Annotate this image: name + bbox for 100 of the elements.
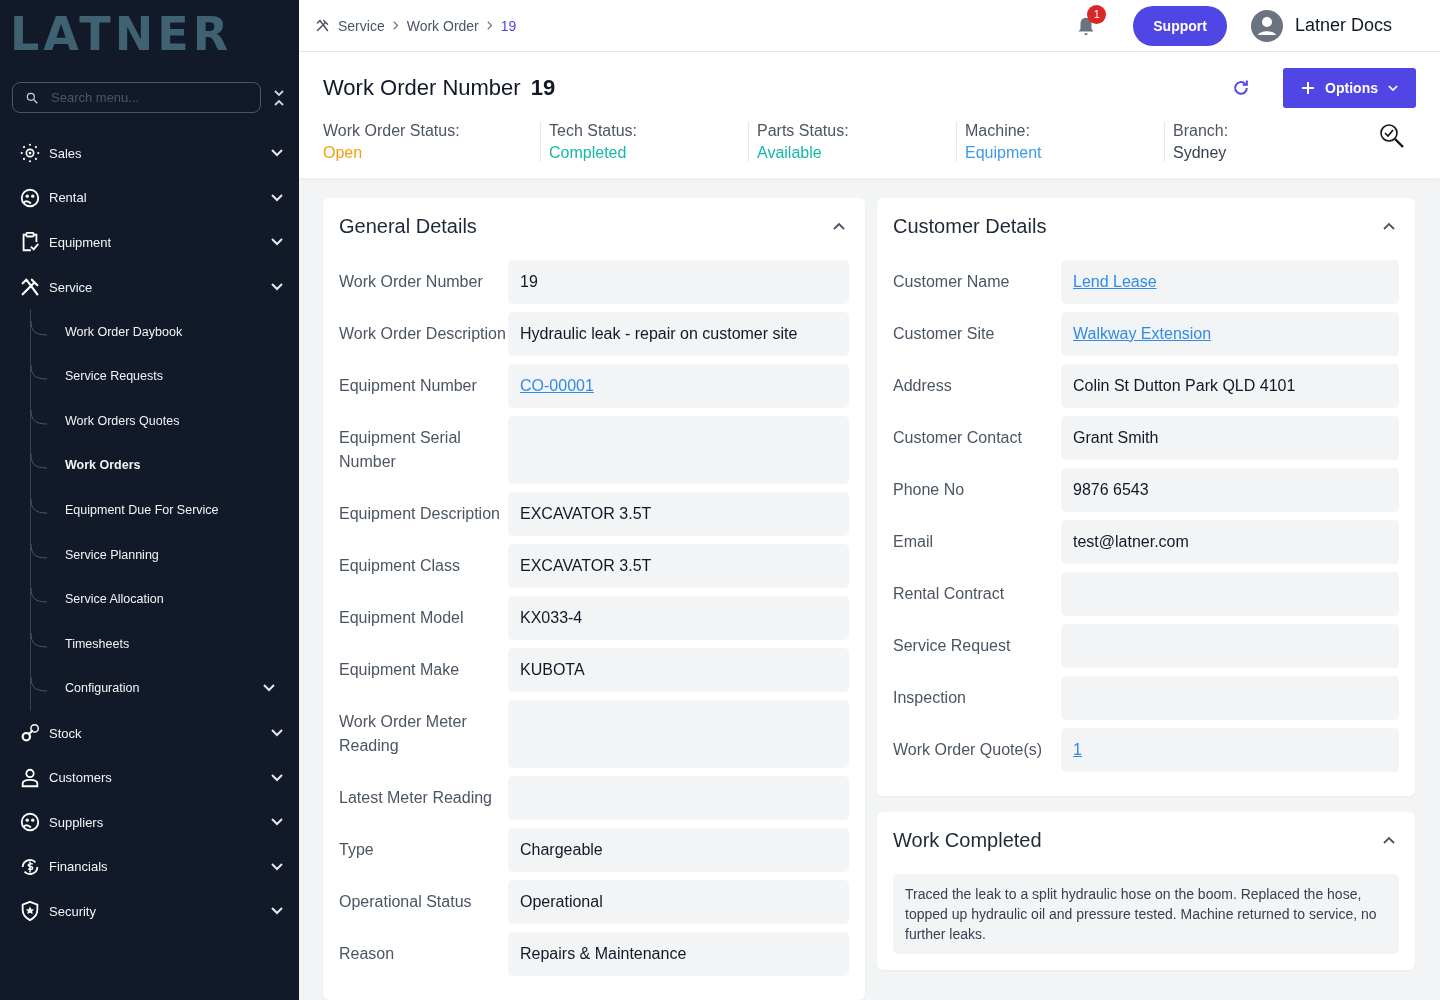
sidebar-label: Security [49, 903, 97, 919]
field-label: Work Order Meter Reading [339, 712, 468, 756]
support-button[interactable]: Support [1133, 5, 1227, 46]
field-label: Rental Contract [893, 584, 1006, 604]
notification-badge: 1 [1087, 4, 1107, 24]
field-value: 9876 6543 [1061, 468, 1399, 512]
field-label: Equipment Serial Number [339, 428, 462, 472]
options-button[interactable]: Options [1283, 68, 1416, 108]
sidebar-label: Equipment [49, 235, 113, 250]
chevron-icon [271, 907, 283, 916]
status-value: Completed [549, 144, 628, 162]
field-label: Operational Status [339, 892, 473, 912]
field-value: Colin St Dutton Park QLD 4101 [1061, 364, 1399, 408]
work-completed-text: Traced the leak to a split hydraulic hose on the boom. Replaced the hose, topped up hydraulic oil and pressure tested. Machine returned to service, no further leaks. [893, 874, 1399, 954]
status-value: Equipment [965, 144, 1043, 162]
sidebar-label: Rental [49, 190, 88, 206]
submenu-item[interactable]: Service Requests [31, 353, 299, 399]
submenu-item[interactable]: Service Planning [31, 532, 299, 577]
submenu-item[interactable]: Work Order Daybook [31, 309, 299, 354]
status-value: Sydney [1173, 144, 1228, 162]
sidebar-item[interactable]: Rental [0, 175, 299, 221]
search-icon [25, 90, 39, 105]
breadcrumb-link[interactable]: Service [338, 17, 385, 34]
sidebar-item[interactable]: Customers [0, 755, 299, 800]
field-value: 19 [508, 260, 849, 304]
field-label: Email [893, 532, 934, 552]
field-label: Service Request [893, 636, 1012, 656]
chevron-icon[interactable] [1383, 222, 1395, 230]
field-label: Type [339, 840, 375, 860]
chevron-icon[interactable] [833, 222, 845, 230]
field-value: EXCAVATOR 3.5T [508, 544, 849, 588]
search-input[interactable]: Search menu... [49, 89, 233, 106]
tools-icon [315, 18, 330, 33]
field-label: Equipment Make [339, 660, 461, 680]
field-label: Customer Name [893, 272, 1011, 292]
page-title: Work Order Number [323, 75, 521, 101]
tree-connector [30, 677, 50, 694]
sidebar-item[interactable]: Financials [0, 844, 299, 890]
sidebar-label: Stock [49, 725, 83, 741]
sidebar-label: Financials [49, 859, 109, 875]
submenu-item[interactable]: Service Allocation [31, 576, 299, 622]
breadcrumb-link[interactable]: Work Order [406, 17, 479, 34]
field-value: EXCAVATOR 3.5T [508, 492, 849, 536]
submenu-item[interactable]: Work Orders [31, 443, 299, 488]
tree-connector [30, 365, 50, 382]
tree-connector [30, 320, 50, 337]
chevron-icon [271, 818, 283, 827]
field-label: Address [893, 376, 953, 396]
chevron-right-icon [486, 21, 493, 30]
submenu-item[interactable]: Equipment Due For Service [31, 487, 299, 533]
submenu-item[interactable]: Configuration [31, 666, 299, 711]
status-label: Work Order Status: [323, 122, 461, 140]
collapse-icon[interactable] [273, 88, 285, 107]
sidebar-item[interactable]: Security [0, 889, 299, 934]
field-label: Work Order Description [339, 324, 507, 344]
tree-connector [30, 499, 50, 516]
tree-connector [30, 588, 50, 605]
magnifier-check-icon[interactable] [1378, 122, 1406, 150]
sidebar-item[interactable]: Equipment [0, 220, 299, 265]
field-label: Equipment Number [339, 376, 478, 396]
status-value: Open [323, 144, 364, 162]
field-value: KUBOTA [508, 648, 849, 692]
field-label: Equipment Model [339, 608, 465, 628]
field-label: Work Order Number [339, 272, 484, 292]
sidebar-item[interactable]: Stock [0, 710, 299, 756]
chevron-right-icon [392, 21, 399, 30]
sidebar-label: Customers [49, 770, 113, 786]
tree-connector [30, 543, 50, 560]
field-label: Phone No [893, 480, 966, 500]
chevron-icon [1388, 84, 1398, 92]
avatar-icon[interactable] [1250, 9, 1283, 42]
sidebar-item[interactable]: Service [0, 264, 299, 310]
user-name: Latner Docs [1294, 15, 1392, 36]
chevron-icon [271, 193, 283, 202]
breadcrumb-link[interactable]: 19 [500, 17, 517, 34]
field-label: Customer Contact [893, 428, 1023, 448]
face-icon [19, 186, 41, 209]
search-field[interactable]: Search menu... [12, 82, 261, 113]
sidebar-item[interactable]: Suppliers [0, 799, 299, 845]
status-label: Tech Status: [549, 122, 639, 140]
field-label: Inspection [893, 688, 967, 708]
sidebar-item[interactable]: Sales [0, 131, 299, 176]
field-label: Reason [339, 944, 396, 964]
submenu-item[interactable]: Timesheets [31, 621, 299, 667]
field-label: Equipment Class [339, 556, 461, 576]
field-value: Operational [508, 880, 849, 924]
field-value: Chargeable [508, 828, 849, 872]
sidebar-label: Sales [49, 145, 83, 161]
tree-connector [30, 632, 50, 649]
card-title: Work Completed [893, 828, 1042, 852]
card-title: Customer Details [893, 214, 1047, 238]
tree-connector [30, 409, 50, 426]
tree-connector [30, 454, 50, 471]
face-icon [19, 811, 41, 834]
status-label: Machine: [965, 122, 1031, 140]
submenu-item[interactable]: Work Orders Quotes [31, 398, 299, 444]
field-label: Equipment Description [339, 504, 501, 524]
chevron-icon[interactable] [1383, 836, 1395, 844]
chevron-icon [263, 684, 275, 693]
field-value: KX033-4 [508, 596, 849, 640]
